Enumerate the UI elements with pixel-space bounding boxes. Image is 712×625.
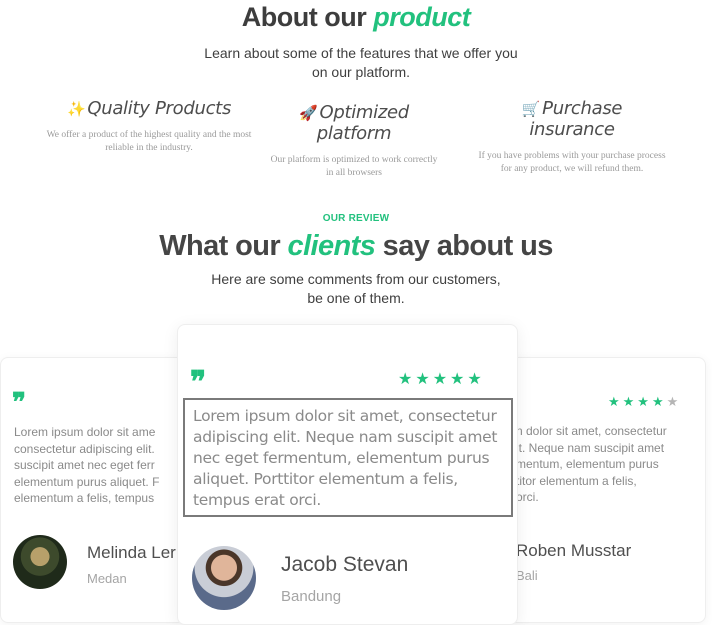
- review-text: n dolor sit amet, consectetur it. Neque …: [516, 424, 667, 504]
- feature-quality: ✨ Quality Products We offer a product of …: [44, 98, 254, 155]
- review-text: Lorem ipsum dolor sit ame consectetur ad…: [14, 425, 160, 505]
- feature-title: Optimized platform: [316, 102, 409, 144]
- person-name: Melinda Ler: [87, 543, 176, 562]
- feature-title: Quality Products: [87, 98, 232, 119]
- about-title: About our product: [0, 2, 712, 33]
- feature-desc: We offer a product of the highest qualit…: [46, 130, 252, 153]
- feature-title: Purchase insurance: [529, 98, 623, 140]
- rating-stars: ★★★★★: [608, 394, 682, 409]
- feature-desc: Our platform is optimized to work correc…: [270, 155, 438, 178]
- cart-icon: 🛒: [521, 100, 541, 118]
- review-subtitle: Here are some comments from our customer…: [211, 271, 501, 306]
- review-title: What our clients say about us: [0, 230, 712, 263]
- review-title-accent: clients: [287, 230, 376, 262]
- feature-optimized: 🚀 Optimized platform Our platform is opti…: [268, 102, 440, 180]
- testimonial-card-center[interactable]: [177, 324, 518, 625]
- avatar: [13, 535, 67, 589]
- person-location: Medan: [87, 571, 127, 586]
- review-title-suffix: say about us: [375, 230, 554, 262]
- about-title-accent: product: [373, 2, 471, 32]
- about-title-prefix: About our: [241, 2, 374, 32]
- person-location: Bali: [516, 568, 538, 583]
- sparkles-icon: ✨: [66, 100, 86, 118]
- feature-insurance: 🛒 Purchase insurance If you have problems…: [478, 98, 666, 176]
- review-title-prefix: What our: [159, 230, 288, 262]
- person-name: Roben Musstar: [516, 541, 632, 560]
- feature-desc: If you have problems with your purchase …: [478, 151, 666, 174]
- quote-icon: ❞: [12, 388, 26, 418]
- review-kicker: OUR REVIEW: [322, 213, 390, 224]
- rocket-icon: 🚀: [299, 104, 318, 122]
- about-subtitle: Learn about some of the features that we…: [204, 45, 518, 80]
